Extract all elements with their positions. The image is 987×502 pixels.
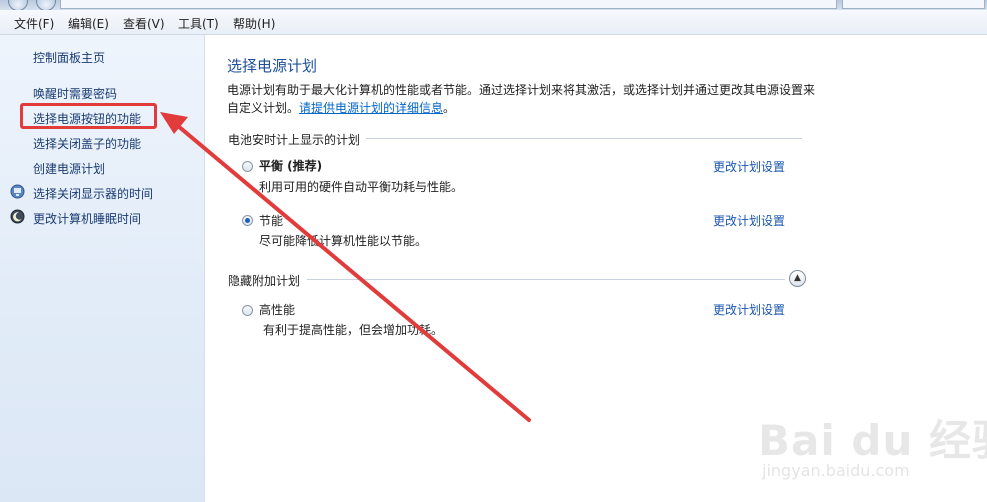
baidu-watermark: Bai du 经验 jingyan.baidu.com (756, 405, 987, 500)
watermark-sub: jingyan.baidu.com (762, 461, 910, 480)
watermark-main: Bai du 经验 (758, 416, 987, 465)
